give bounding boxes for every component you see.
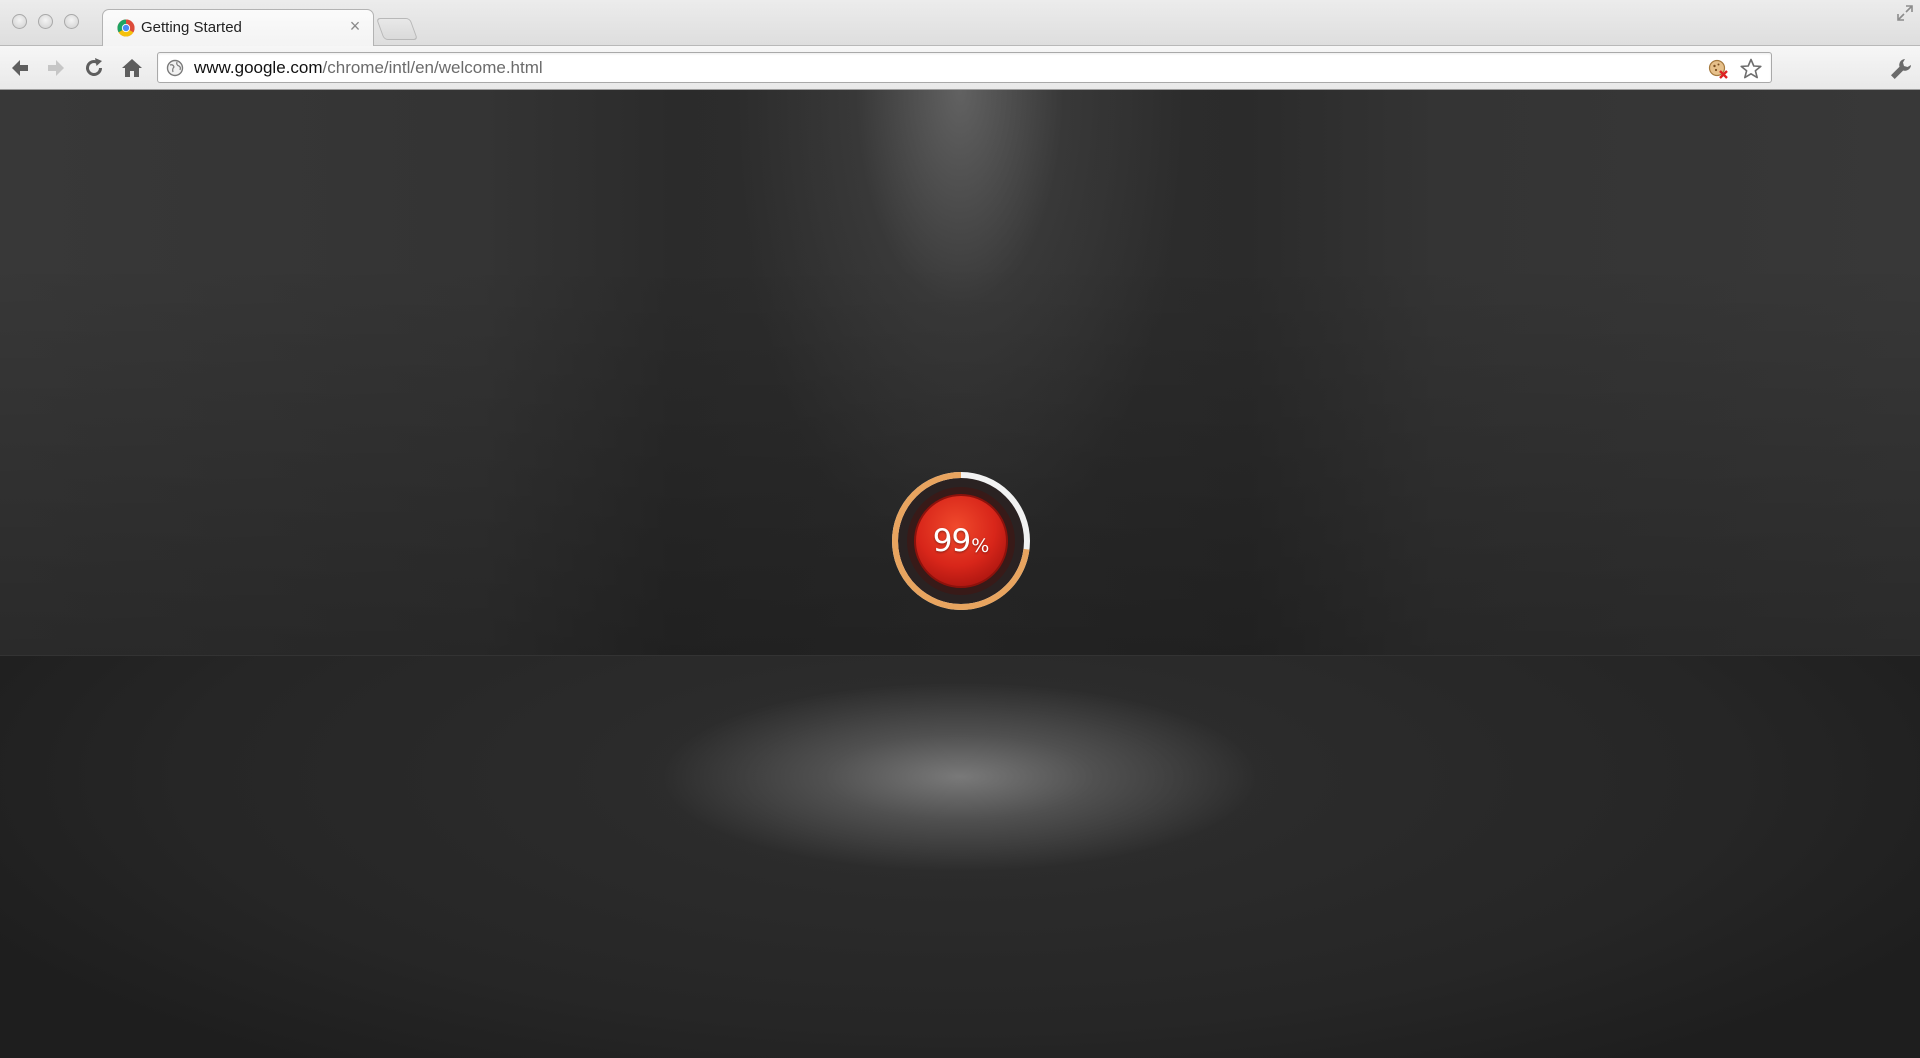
url-path: /chrome/intl/en/welcome.html xyxy=(322,58,543,77)
back-arrow-icon[interactable] xyxy=(7,55,33,81)
progress-label: 99% xyxy=(890,470,1032,612)
url-text[interactable]: www.google.com/chrome/intl/en/welcome.ht… xyxy=(194,58,543,78)
tab-getting-started[interactable]: Getting Started × xyxy=(102,9,374,47)
progress-unit: % xyxy=(971,535,990,557)
progress-value: 99 xyxy=(932,523,971,559)
cookie-blocked-icon[interactable] xyxy=(1707,58,1729,80)
chrome-favicon xyxy=(117,19,135,37)
wrench-icon[interactable] xyxy=(1888,56,1914,82)
zoom-window-icon[interactable] xyxy=(64,14,79,29)
address-bar[interactable]: www.google.com/chrome/intl/en/welcome.ht… xyxy=(157,52,1772,83)
tab-strip: Getting Started × xyxy=(0,0,1920,47)
page-content: 99% xyxy=(0,90,1920,1058)
star-icon[interactable] xyxy=(1739,57,1763,81)
globe-icon xyxy=(166,59,184,77)
forward-arrow-icon[interactable] xyxy=(43,55,69,81)
reload-icon[interactable] xyxy=(81,55,107,81)
minimize-window-icon[interactable] xyxy=(38,14,53,29)
url-host: www.google.com xyxy=(194,58,323,77)
new-tab-icon[interactable] xyxy=(375,18,419,40)
fullscreen-icon[interactable] xyxy=(1896,4,1914,22)
home-icon[interactable] xyxy=(119,55,145,81)
close-tab-icon[interactable]: × xyxy=(345,16,365,36)
loading-progress-indicator: 99% xyxy=(890,470,1032,612)
close-window-icon[interactable] xyxy=(12,14,27,29)
tab-title: Getting Started xyxy=(141,19,242,36)
stage-floor-spotlight xyxy=(0,655,1920,1058)
toolbar: www.google.com/chrome/intl/en/welcome.ht… xyxy=(0,46,1920,90)
browser-window: Getting Started × www.google.com/chrome/… xyxy=(0,0,1920,1058)
